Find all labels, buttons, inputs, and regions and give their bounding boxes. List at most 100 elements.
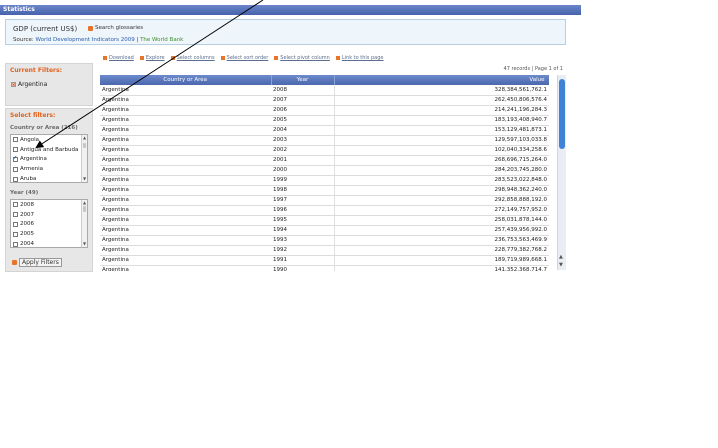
- scroll-up-icon[interactable]: ▲: [559, 254, 563, 260]
- year-option-label: 2005: [20, 231, 34, 238]
- current-filters-heading: Current Filters:: [10, 67, 62, 74]
- scroll-down-icon[interactable]: ▼: [559, 262, 563, 268]
- link-to-page-link[interactable]: Link to this page: [335, 55, 384, 61]
- checkbox[interactable]: [13, 212, 18, 218]
- cell-year: 2007: [271, 95, 335, 106]
- table-row[interactable]: Argentina 2008 328,384,561,762.1: [100, 85, 549, 96]
- select-columns-link[interactable]: Select columns: [170, 55, 215, 61]
- year-option-label: 2007: [20, 211, 34, 218]
- current-filter-item[interactable]: × Argentina: [6, 77, 92, 92]
- column-header-value[interactable]: Value: [334, 75, 549, 85]
- table-row[interactable]: Argentina 1993 236,753,563,469.9: [100, 235, 549, 246]
- checkbox[interactable]: [13, 176, 18, 182]
- cell-year: 2001: [271, 155, 335, 166]
- year-option[interactable]: 2007: [11, 210, 87, 220]
- select-columns-label: Select columns: [176, 55, 215, 61]
- scrollbar-thumb[interactable]: [83, 206, 86, 212]
- scrollbar-thumb[interactable]: [83, 143, 86, 148]
- link-to-page-label: Link to this page: [341, 55, 384, 61]
- checkbox[interactable]: [13, 221, 18, 227]
- country-option[interactable]: Antigua and Barbuda: [11, 145, 87, 155]
- scroll-down-icon[interactable]: ▼: [82, 176, 87, 182]
- year-option[interactable]: 2006: [11, 220, 87, 230]
- cell-value: 283,523,022,848.0: [334, 175, 549, 186]
- scroll-down-icon[interactable]: ▼: [82, 241, 87, 247]
- table-row[interactable]: Argentina 2001 268,696,715,264.0: [100, 155, 549, 166]
- country-option-label: Armenia: [20, 166, 44, 173]
- cell-value: 214,241,196,284.3: [334, 105, 549, 116]
- country-option[interactable]: Aruba: [11, 174, 87, 182]
- window-title: Statistics: [3, 6, 35, 13]
- table-row[interactable]: Argentina 2006 214,241,196,284.3: [100, 105, 549, 116]
- year-option-label: 2004: [20, 241, 34, 248]
- year-listbox[interactable]: 2008 2007 2006 2005 2004 ▲ ▼: [10, 199, 88, 248]
- table-row[interactable]: Argentina 1994 257,439,956,992.0: [100, 225, 549, 236]
- remove-filter-icon[interactable]: ×: [11, 82, 16, 87]
- table-row[interactable]: Argentina 1996 272,149,757,952.0: [100, 205, 549, 216]
- year-list-scrollbar[interactable]: ▲ ▼: [81, 200, 87, 247]
- pivot-icon: [274, 56, 279, 60]
- main-area: GDP (current US$) Search glossaries Sour…: [3, 17, 580, 273]
- download-icon: [103, 56, 107, 60]
- checkbox[interactable]: [13, 202, 18, 208]
- select-sort-order-link[interactable]: Select sort order: [220, 55, 268, 61]
- cell-value: 284,203,745,280.0: [334, 165, 549, 176]
- checkbox[interactable]: [13, 241, 18, 247]
- year-option[interactable]: 2004: [11, 239, 87, 248]
- table-row[interactable]: Argentina 2004 153,129,481,873.1: [100, 125, 549, 136]
- select-pivot-column-link[interactable]: Select pivot column: [274, 55, 330, 61]
- table-header-row: Country or Area Year Value: [100, 75, 549, 85]
- table-row[interactable]: Argentina 1995 258,031,878,144.0: [100, 215, 549, 226]
- table-row[interactable]: Argentina 1999 283,523,022,848.0: [100, 175, 549, 186]
- cell-country: Argentina: [100, 225, 271, 236]
- year-option[interactable]: 2005: [11, 229, 87, 239]
- current-filters-box: Current Filters: × Argentina: [5, 63, 93, 106]
- cell-country: Argentina: [100, 265, 271, 271]
- table-row[interactable]: Argentina 2002 102,040,334,258.6: [100, 145, 549, 156]
- table-row[interactable]: Argentina 1998 298,948,362,240.0: [100, 185, 549, 196]
- cell-country: Argentina: [100, 205, 271, 216]
- checkbox-checked[interactable]: [13, 155, 18, 162]
- country-list-scrollbar[interactable]: ▲ ▼: [81, 135, 87, 182]
- table-row[interactable]: Argentina 2007 262,450,806,576.4: [100, 95, 549, 106]
- table-row[interactable]: Argentina 2005 183,193,408,940.7: [100, 115, 549, 126]
- download-link[interactable]: Download: [103, 55, 134, 61]
- year-option[interactable]: 2008: [11, 200, 87, 210]
- column-header-country[interactable]: Country or Area: [100, 75, 272, 85]
- download-label: Download: [109, 55, 134, 61]
- country-option[interactable]: Armenia: [11, 164, 87, 174]
- current-filter-label: Argentina: [18, 81, 48, 88]
- table-scrollbar-thumb[interactable]: [559, 79, 565, 149]
- checkbox[interactable]: [13, 137, 18, 143]
- cell-country: Argentina: [100, 195, 271, 206]
- cell-value: 153,129,481,873.1: [334, 125, 549, 136]
- table-row[interactable]: Argentina 1990 141,352,368,714.7: [100, 265, 549, 271]
- cell-value: 272,149,757,952.0: [334, 205, 549, 216]
- explore-link[interactable]: Explore: [139, 55, 165, 61]
- apply-filters-button[interactable]: Apply Filters: [19, 257, 62, 267]
- cell-value: 129,597,103,033.8: [334, 135, 549, 146]
- country-option[interactable]: Argentina: [11, 155, 87, 165]
- source-org-link[interactable]: The World Bank: [140, 37, 183, 43]
- cell-year: 1990: [271, 265, 335, 271]
- table-row[interactable]: Argentina 2000 284,203,745,280.0: [100, 165, 549, 176]
- checkbox[interactable]: [13, 147, 18, 153]
- table-row[interactable]: Argentina 1997 292,858,888,192.0: [100, 195, 549, 206]
- table-toolbar: Download Explore Select columns Select s…: [103, 55, 383, 61]
- cell-value: 228,779,382,768.2: [334, 245, 549, 256]
- explore-icon: [139, 56, 144, 60]
- column-header-year[interactable]: Year: [271, 75, 335, 85]
- country-listbox[interactable]: Angola Antigua and Barbuda Argentina Arm…: [10, 134, 88, 183]
- checkbox[interactable]: [13, 231, 18, 237]
- search-glossaries-link[interactable]: Search glossaries: [88, 25, 143, 31]
- checkbox[interactable]: [13, 166, 18, 172]
- source-link[interactable]: World Development Indicators 2009: [36, 37, 135, 43]
- cell-country: Argentina: [100, 95, 271, 106]
- cell-value: 292,858,888,192.0: [334, 195, 549, 206]
- country-option[interactable]: Angola: [11, 135, 87, 145]
- scroll-up-icon[interactable]: ▲: [82, 135, 87, 141]
- table-row[interactable]: Argentina 1991 189,719,989,668.1: [100, 255, 549, 266]
- table-scrollbar[interactable]: ▲ ▼: [557, 75, 566, 270]
- table-row[interactable]: Argentina 1992 228,779,382,768.2: [100, 245, 549, 256]
- table-row[interactable]: Argentina 2003 129,597,103,033.8: [100, 135, 549, 146]
